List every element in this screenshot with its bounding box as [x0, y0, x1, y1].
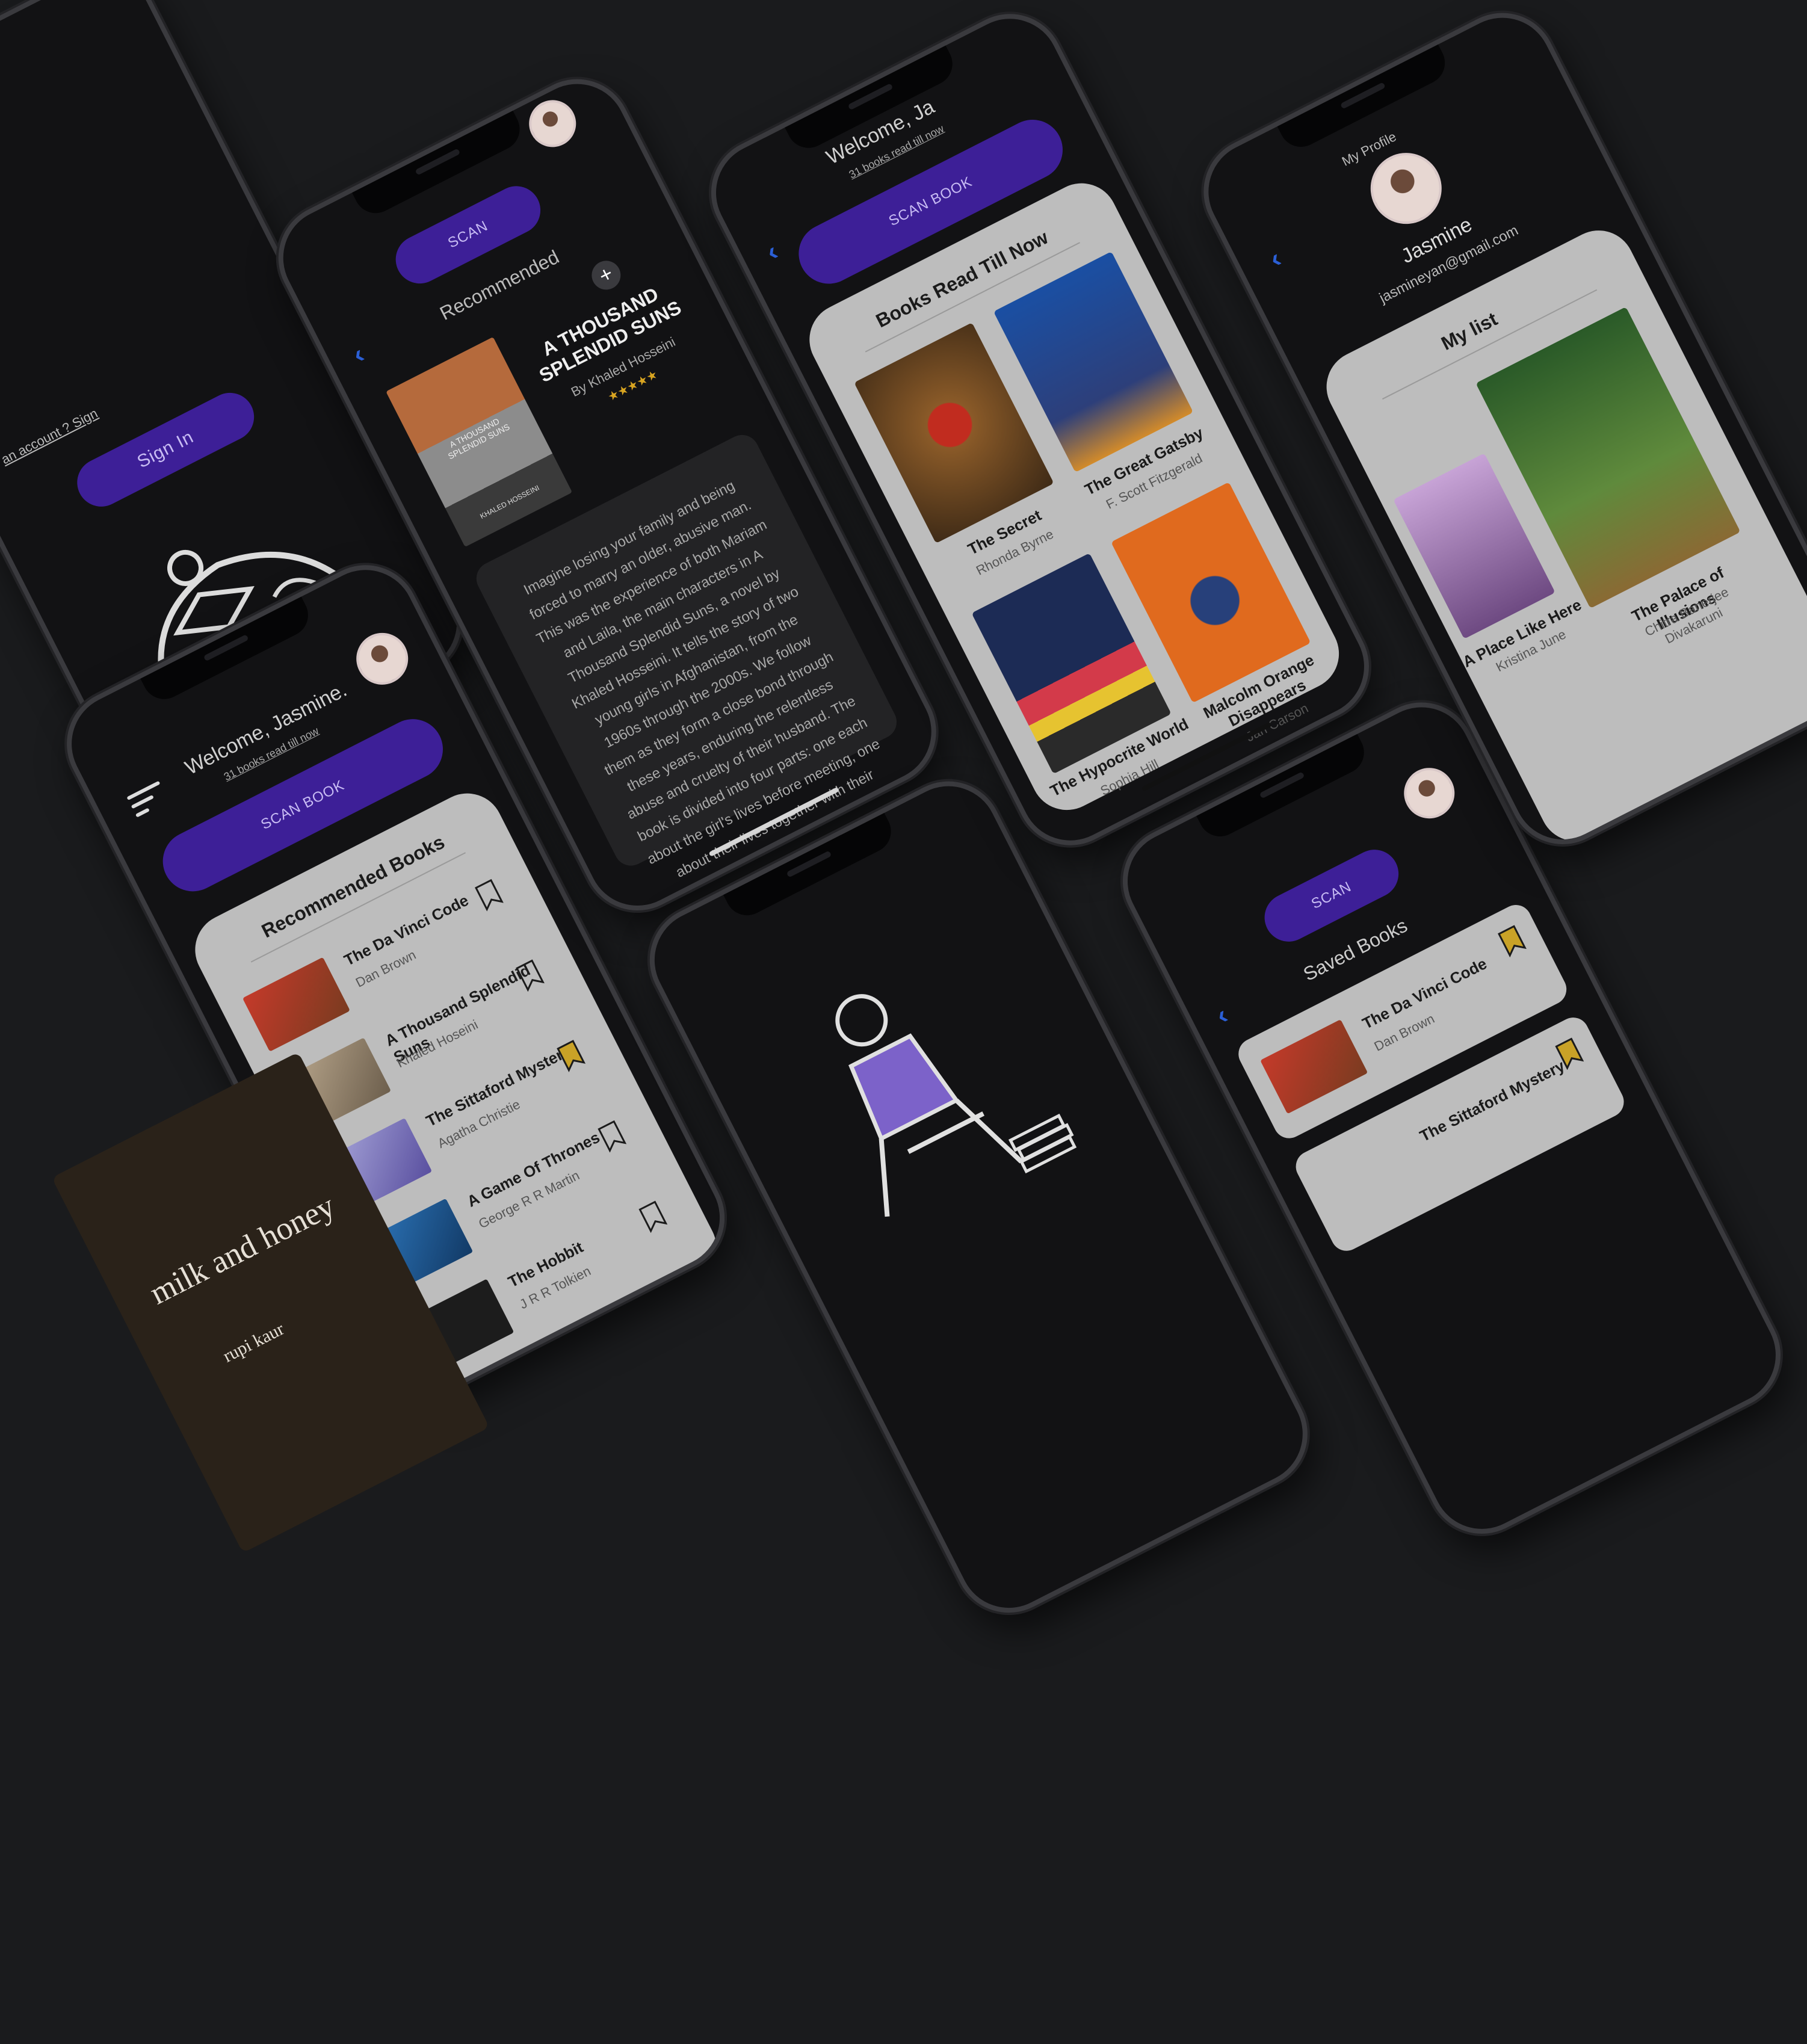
back-arrow-icon[interactable]: ‹	[1265, 244, 1287, 274]
bookmark-icon[interactable]	[474, 878, 504, 912]
account-prompt[interactable]: an account ? Sign	[0, 406, 100, 468]
sign-in-button[interactable]: Sign In	[69, 384, 262, 515]
poster-title: milk and honey	[144, 1187, 341, 1312]
menu-icon[interactable]	[126, 780, 169, 818]
cover-title: A THOUSAND SPLENDID SUNS	[446, 416, 511, 462]
book-cover	[242, 957, 350, 1052]
phone-notch	[1276, 42, 1453, 155]
avatar[interactable]	[520, 91, 584, 155]
book-title: The Sittaford Mystery	[1416, 1056, 1568, 1146]
back-arrow-icon[interactable]: ‹	[761, 236, 783, 267]
cover-author: KHALED HOSSEINI	[478, 483, 541, 521]
poster-author: rupi kaur	[220, 1318, 288, 1366]
back-arrow-icon[interactable]: ‹	[1211, 1000, 1233, 1031]
list-title: My list	[1438, 307, 1501, 355]
bookmark-filled-icon[interactable]	[1497, 924, 1527, 958]
avatar[interactable]	[347, 624, 418, 694]
back-arrow-icon[interactable]: ‹	[348, 339, 369, 370]
bookmark-icon[interactable]	[637, 1199, 668, 1234]
book-cover	[1260, 1019, 1368, 1114]
plus-icon[interactable]: +	[587, 256, 626, 295]
mockup-stage: an account ? Sign Sign In Welcome, Jasmi…	[0, 0, 1807, 1632]
avatar[interactable]	[1395, 759, 1463, 827]
reader-illustration	[835, 994, 1077, 1217]
bookmark-icon[interactable]	[596, 1119, 627, 1153]
